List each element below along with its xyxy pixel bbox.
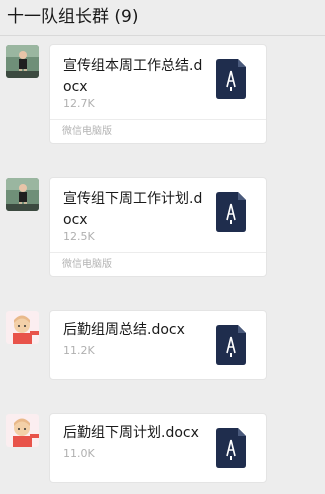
word-doc-icon xyxy=(216,325,246,365)
file-message-card[interactable]: 后勤组下周计划.docx 11.0K xyxy=(49,413,267,483)
file-message-card[interactable]: 宣传组本周工作总结.docx 12.7K 微信电脑版 xyxy=(49,44,267,144)
card-footer: 微信电脑版 xyxy=(50,119,266,143)
word-doc-icon xyxy=(216,59,246,99)
file-name: 后勤组周总结.docx xyxy=(63,322,185,338)
avatar[interactable] xyxy=(6,414,39,447)
source-label: 微信电脑版 xyxy=(62,126,112,137)
file-name: 宣传组本周工作总结.docx xyxy=(63,58,203,95)
file-size: 12.5K xyxy=(63,230,95,243)
file-name: 后勤组下周计划.docx xyxy=(63,425,199,441)
card-footer: 微信电脑版 xyxy=(50,252,266,276)
file-message-card[interactable]: 后勤组周总结.docx 11.2K xyxy=(49,310,267,380)
chat-window: 十一队组长群 (9) 宣传组本周工作总结.docx 12.7K 微信电脑版 宣传… xyxy=(0,0,325,494)
file-size: 12.7K xyxy=(63,97,95,110)
source-label: 微信电脑版 xyxy=(62,259,112,270)
file-size: 11.2K xyxy=(63,344,95,357)
word-doc-icon xyxy=(216,192,246,232)
chat-header: 十一队组长群 (9) xyxy=(0,0,325,36)
avatar[interactable] xyxy=(6,45,39,78)
file-size: 11.0K xyxy=(63,447,95,460)
file-name: 宣传组下周工作计划.docx xyxy=(63,191,203,228)
chat-title[interactable]: 十一队组长群 (9) xyxy=(7,7,138,27)
avatar[interactable] xyxy=(6,178,39,211)
file-message-card[interactable]: 宣传组下周工作计划.docx 12.5K 微信电脑版 xyxy=(49,177,267,277)
word-doc-icon xyxy=(216,428,246,468)
avatar[interactable] xyxy=(6,311,39,344)
